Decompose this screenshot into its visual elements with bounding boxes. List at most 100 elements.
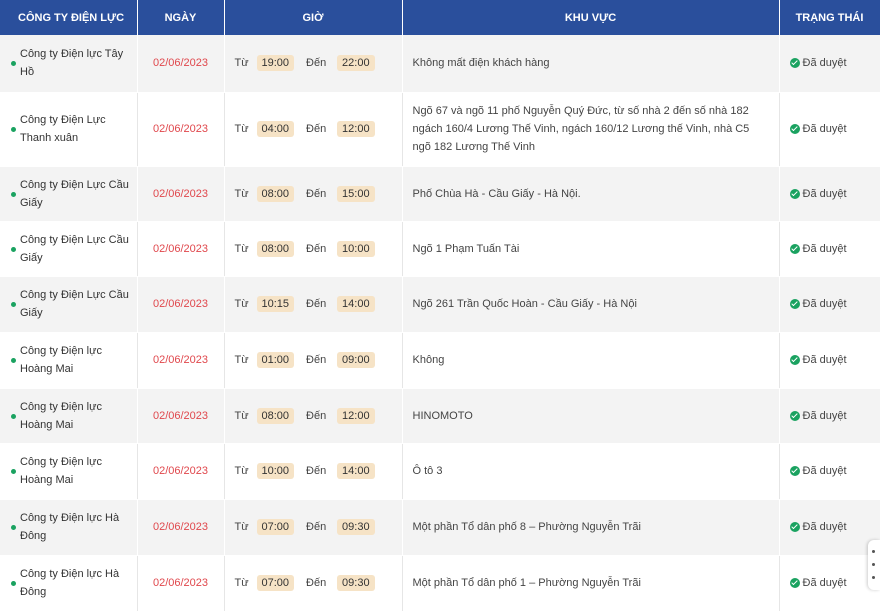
time-cell: Từ 07:00 Đến 09:30	[224, 555, 403, 612]
company-cell: Công ty Điện lực Hà Đông	[0, 555, 138, 612]
side-handle-tab[interactable]	[868, 540, 880, 590]
from-label: Từ	[234, 298, 249, 310]
start-time: 19:00	[256, 55, 295, 72]
area-cell: Ô tô 3	[402, 443, 780, 500]
time-cell: Từ 19:00 Đến 22:00	[224, 35, 403, 93]
to-label: Đến	[306, 298, 327, 310]
table-row: Công ty Điện Lực Thanh xuân 02/06/2023 Từ 0…	[0, 92, 880, 167]
time-cell: Từ 10:00 Đến 14:00	[224, 443, 403, 500]
date-cell: 02/06/2023	[137, 332, 225, 389]
from-label: Từ	[234, 57, 249, 70]
status-text: Đã duyệt	[802, 465, 847, 477]
company-name: Công ty Điện lực Hà Đông	[20, 568, 120, 598]
table-row: Công ty Điện Lực Cầu Giấy 02/06/2023 Từ 10:…	[0, 276, 880, 333]
company-name: Công ty Điện Lực Cầu Giấy	[20, 233, 129, 264]
area-cell: Một phần Tổ dân phố 1 – Phường Nguyễn Tr…	[402, 555, 780, 612]
check-circle-icon	[789, 243, 800, 254]
end-time: 09:30	[337, 519, 375, 535]
start-time: 10:00	[256, 463, 295, 479]
status-text: Đã duyệt	[802, 242, 847, 255]
status-text: Đã duyệt	[802, 409, 847, 422]
company-cell: Công ty Điện Lực Cầu Giấy	[0, 221, 138, 277]
to-label: Đến	[306, 354, 327, 366]
company-name: Công ty Điện Lực Thanh xuân	[20, 114, 106, 144]
check-circle-icon	[789, 188, 800, 199]
to-label: Đến	[306, 57, 327, 70]
end-time: 14:00	[337, 296, 375, 312]
status-dot-icon	[11, 525, 16, 530]
company-cell: Công ty Điện Lực Cầu Giấy	[0, 276, 138, 333]
check-circle-icon	[789, 522, 800, 532]
table-row: Công ty Điện lực Hà Đông 02/06/2023 Từ 07:0…	[0, 555, 880, 612]
company-cell: Công ty Điện Lực Cầu Giấy	[0, 166, 138, 222]
status-text: Đã duyệt	[802, 57, 847, 70]
from-label: Từ	[234, 242, 249, 255]
start-time: 08:00	[256, 407, 295, 424]
area-cell: Ngõ 1 Phạm Tuấn Tài	[402, 221, 780, 277]
from-label: Từ	[234, 521, 249, 533]
status-dot-icon	[11, 61, 16, 67]
header-status: TRẠNG THÁI	[779, 0, 880, 35]
company-name: Công ty Điện lực Hà Đông	[20, 512, 120, 542]
time-cell: Từ 10:15 Đến 14:00	[224, 276, 403, 333]
to-label: Đến	[306, 242, 327, 255]
end-time: 10:00	[337, 240, 375, 257]
date-cell: 02/06/2023	[137, 166, 225, 222]
status-dot-icon	[11, 469, 16, 474]
time-cell: Từ 08:00 Đến 10:00	[224, 221, 403, 277]
check-circle-icon	[789, 466, 800, 476]
check-circle-icon	[789, 299, 800, 309]
start-time: 04:00	[256, 121, 295, 137]
date-cell: 02/06/2023	[137, 276, 225, 333]
company-cell: Công ty Điện lực Tây Hồ	[0, 35, 138, 93]
check-circle-icon	[789, 355, 800, 365]
header-company: CÔNG TY ĐIỆN LỰC	[0, 0, 138, 35]
date-cell: 02/06/2023	[137, 92, 225, 167]
check-circle-icon	[789, 410, 800, 421]
from-label: Từ	[234, 465, 249, 477]
date-cell: 02/06/2023	[137, 499, 225, 556]
table-row: Công ty Điện lực Tây Hồ 02/06/2023 Từ 19:00…	[0, 35, 880, 93]
area-cell: HINOMOTO	[402, 388, 780, 444]
start-time: 08:00	[256, 240, 295, 257]
time-cell: Từ 08:00 Đến 12:00	[224, 388, 403, 444]
status-text: Đã duyệt	[802, 354, 847, 366]
company-name: Công ty Điện lực Tây Hồ	[20, 48, 124, 79]
table-header-row: CÔNG TY ĐIỆN LỰC NGÀY GIỜ KHU VỰC TRẠNG …	[0, 0, 880, 35]
company-cell: Công ty Điện Lực Thanh xuân	[0, 92, 138, 167]
status-text: Đã duyệt	[802, 187, 847, 200]
status-text: Đã duyệt	[802, 577, 847, 589]
outage-schedule-table: CÔNG TY ĐIỆN LỰC NGÀY GIỜ KHU VỰC TRẠNG …	[0, 0, 880, 612]
area-cell: Ngõ 67 và ngõ 11 phố Nguyễn Quý Đức, từ …	[402, 92, 780, 167]
date-cell: 02/06/2023	[137, 35, 225, 93]
area-cell: Không mất điện khách hàng	[402, 35, 780, 93]
start-time: 10:15	[256, 296, 295, 312]
header-date: NGÀY	[137, 0, 225, 35]
status-text: Đã duyệt	[802, 298, 847, 310]
start-time: 08:00	[256, 185, 295, 202]
table-row: Công ty Điện lực Hoàng Mai 02/06/2023 Từ 08…	[0, 388, 880, 444]
end-time: 12:00	[337, 407, 375, 424]
status-text: Đã duyệt	[802, 521, 847, 533]
date-cell: 02/06/2023	[137, 388, 225, 444]
time-cell: Từ 01:00 Đến 09:00	[224, 332, 403, 389]
to-label: Đến	[306, 187, 327, 200]
start-time: 07:00	[256, 575, 295, 591]
end-time: 09:30	[337, 575, 375, 591]
status-text: Đã duyệt	[802, 123, 847, 135]
status-cell: Đã duyệt	[779, 332, 880, 389]
header-area: KHU VỰC	[402, 0, 780, 35]
to-label: Đến	[306, 521, 327, 533]
status-cell: Đã duyệt	[779, 443, 880, 500]
status-dot-icon	[11, 358, 16, 363]
company-name: Công ty Điện Lực Cầu Giấy	[20, 178, 129, 209]
check-circle-icon	[789, 58, 800, 69]
from-label: Từ	[234, 187, 249, 200]
status-dot-icon	[11, 413, 16, 419]
status-dot-icon	[11, 246, 16, 252]
to-label: Đến	[306, 577, 327, 589]
status-dot-icon	[11, 127, 16, 132]
status-dot-icon	[11, 302, 16, 307]
area-cell: Phố Chùa Hà - Cầu Giấy - Hà Nội.	[402, 166, 780, 222]
company-cell: Công ty Điện lực Hoàng Mai	[0, 388, 138, 444]
